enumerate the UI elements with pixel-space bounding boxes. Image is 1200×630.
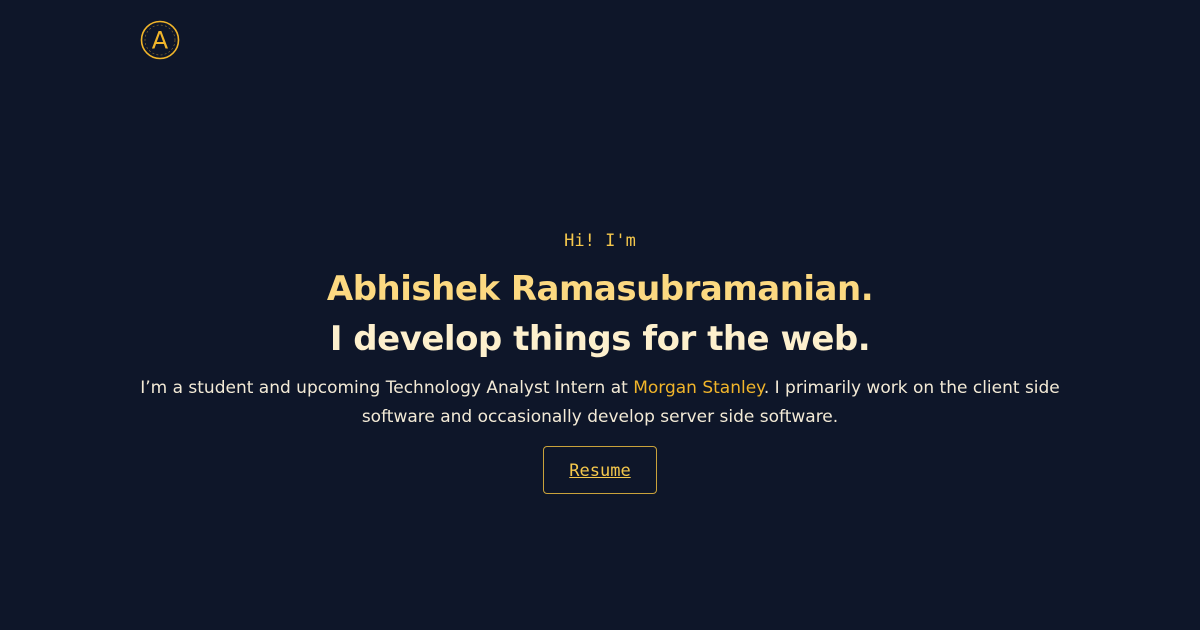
hero-section: Hi! I'm Abhishek Ramasubramanian. I deve… — [0, 224, 1200, 494]
resume-button[interactable]: Resume — [543, 446, 657, 494]
hero-name: Abhishek Ramasubramanian. — [326, 269, 874, 309]
hero-tagline: I develop things for the web. — [329, 319, 871, 359]
bio-text-start: I’m a student and upcoming Technology An… — [140, 378, 634, 398]
morgan-stanley-link[interactable]: Morgan Stanley — [633, 378, 764, 398]
hero-bio: I’m a student and upcoming Technology An… — [140, 374, 1060, 432]
logo-letter: A — [152, 27, 169, 55]
greeting-text: Hi! I'm — [564, 231, 636, 251]
logo-icon[interactable]: A — [140, 20, 180, 60]
